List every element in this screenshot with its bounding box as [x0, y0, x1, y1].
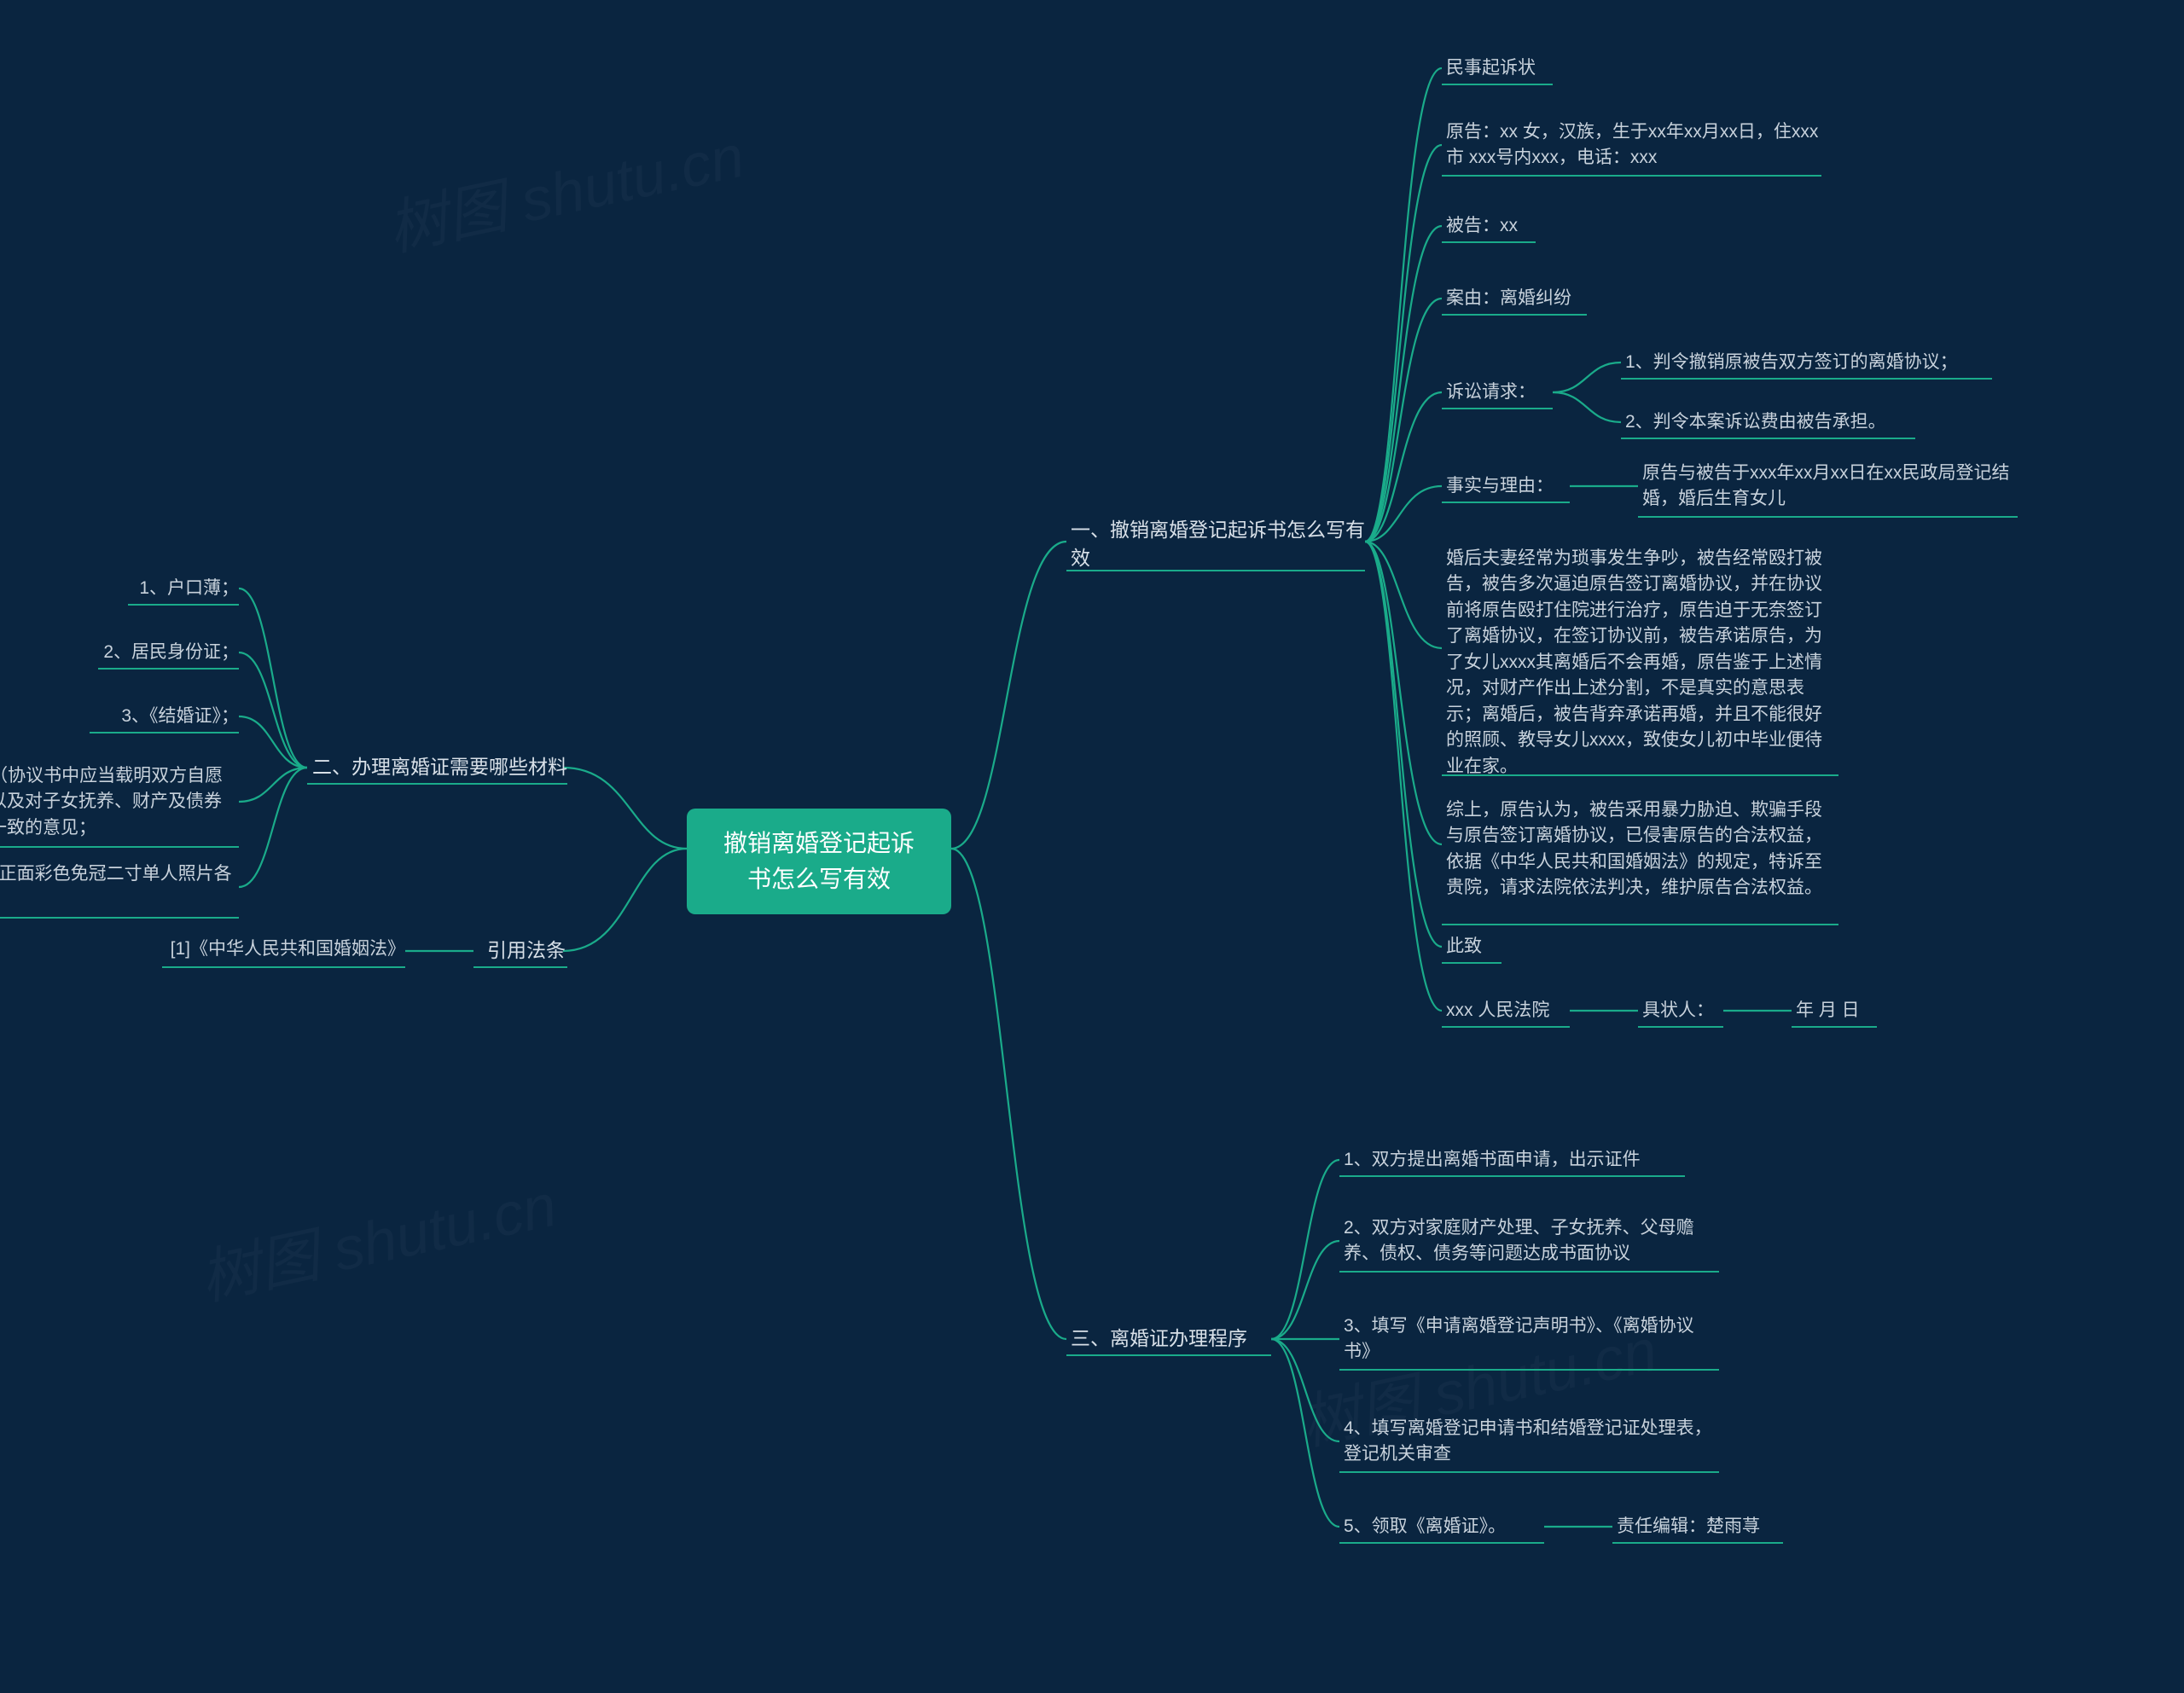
- branch-cited-law[interactable]: 引用法条: [476, 936, 566, 965]
- node-b1-c5[interactable]: 诉讼请求：: [1446, 380, 1536, 405]
- node-b3-c4[interactable]: 4、填写离婚登记申请书和结婚登记证处理表，登记机关审查: [1344, 1416, 1719, 1468]
- node-b1-c5-s1[interactable]: 1、判令撤销原被告双方签订的离婚协议；: [1625, 350, 1992, 375]
- node-b2-c3[interactable]: 3、《结婚证》；: [85, 704, 239, 729]
- node-b1-c1[interactable]: 民事起诉状: [1446, 55, 1536, 81]
- node-b1-c10-s1[interactable]: 具状人：: [1642, 998, 1714, 1023]
- node-b1-c10[interactable]: xxx 人民法院: [1446, 998, 1549, 1023]
- branch-section-2[interactable]: 二、办理离婚证需要哪些材料: [311, 753, 567, 781]
- edge-layer: [0, 0, 2184, 1693]
- mindmap-canvas: 树图 shutu.cn 树图 shutu.cn 树图 shutu.cn: [0, 0, 2184, 1693]
- node-b3-c1[interactable]: 1、双方提出离婚书面申请，出示证件: [1344, 1147, 1685, 1173]
- watermark: 树图 shutu.cn: [379, 108, 751, 268]
- node-b2-c1[interactable]: 1、户口薄；: [119, 576, 239, 601]
- branch-section-1[interactable]: 一、撤销离婚登记起诉书怎么写有效: [1071, 516, 1365, 573]
- node-b1-c3[interactable]: 被告：xx: [1446, 213, 1518, 239]
- node-b1-c8[interactable]: 综上，原告认为，被告采用暴力胁迫、欺骗手段与原告签订离婚协议，已侵害原告的合法权…: [1446, 797, 1838, 902]
- node-b2-c2[interactable]: 2、居民身份证；: [94, 640, 239, 665]
- node-b2-c4[interactable]: 4、离婚协议书。（协议书中应当载明双方自愿离婚的意思表示以及对子女抚养、财产及债…: [0, 763, 239, 841]
- node-b2-c5[interactable]: 5、同底色，近期正面彩色免冠二寸单人照片各二张。: [0, 861, 239, 913]
- node-b1-c10-s1-d1[interactable]: 年 月 日: [1796, 998, 1860, 1023]
- node-b1-c2[interactable]: 原告：xx 女，汉族，生于xx年xx月xx日，住xxx市 xxx号内xxx，电话…: [1446, 119, 1821, 171]
- node-b3-c2[interactable]: 2、双方对家庭财产处理、子女抚养、父母赡养、债权、债务等问题达成书面协议: [1344, 1215, 1719, 1267]
- node-b3-c5[interactable]: 5、领取《离婚证》。: [1344, 1514, 1506, 1539]
- node-b3-c5-s1[interactable]: 责任编辑：楚雨荨: [1617, 1514, 1760, 1539]
- root-node[interactable]: 撤销离婚登记起诉书怎么写有效: [687, 809, 951, 914]
- node-b3-c3[interactable]: 3、填写《申请离婚登记声明书》、《离婚协议书》: [1344, 1313, 1719, 1365]
- node-b1-c4[interactable]: 案由：离婚纠纷: [1446, 286, 1571, 311]
- branch-section-3[interactable]: 三、离婚证办理程序: [1071, 1325, 1271, 1353]
- watermark: 树图 shutu.cn: [191, 1157, 563, 1317]
- node-b1-c6-s1[interactable]: 原告与被告于xxx年xx月xx日在xx民政局登记结婚，婚后生育女儿: [1642, 461, 2018, 513]
- node-b1-c6[interactable]: 事实与理由：: [1446, 473, 1554, 499]
- node-b4-c1[interactable]: [1]《中华人民共和国婚姻法》: [166, 936, 405, 962]
- node-b1-c5-s2[interactable]: 2、判令本案诉讼费由被告承担。: [1625, 409, 1966, 435]
- node-b1-c7[interactable]: 婚后夫妻经常为琐事发生争吵，被告经常殴打被告，被告多次逼迫原告签订离婚协议，并在…: [1446, 546, 1838, 780]
- node-b1-c9[interactable]: 此致: [1446, 934, 1482, 960]
